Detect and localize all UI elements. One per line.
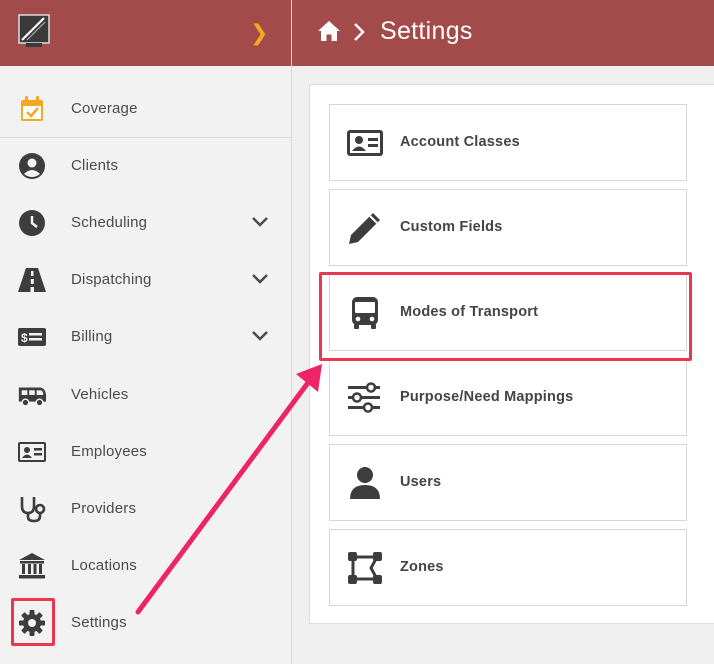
vector-square-icon	[348, 552, 382, 584]
sidebar-item-scheduling[interactable]: Scheduling	[0, 195, 292, 251]
svg-text:$: $	[21, 331, 28, 345]
settings-card-label: Custom Fields	[400, 219, 503, 235]
settings-card-purpose-need-mappings[interactable]: Purpose/Need Mappings	[329, 359, 687, 436]
settings-card-account-classes[interactable]: Account Classes	[329, 104, 687, 181]
id-card-icon	[18, 442, 46, 462]
building-columns-icon	[19, 553, 45, 579]
sidebar-item-providers[interactable]: Providers	[0, 481, 292, 537]
sidebar-item-label: Settings	[71, 614, 127, 631]
chevron-down-icon[interactable]	[251, 273, 269, 285]
annotation-highlight-modes-of-transport	[319, 272, 692, 361]
sidebar-item-label: Locations	[71, 557, 138, 574]
sidebar-item-vehicles[interactable]: Vehicles	[0, 367, 292, 423]
van-icon	[18, 387, 47, 407]
calendar-check-icon	[21, 96, 43, 121]
sidebar-item-dispatching[interactable]: Dispatching	[0, 252, 292, 308]
chevron-down-icon[interactable]	[251, 330, 269, 342]
sidebar-item-label: Clients	[71, 157, 119, 174]
sidebar-expand-chevron-icon[interactable]: ❯	[250, 21, 268, 46]
user-circle-icon	[19, 153, 45, 179]
page-title: Settings	[380, 17, 473, 45]
road-icon	[18, 268, 46, 292]
sidebar-item-label: Vehicles	[71, 386, 129, 403]
sidebar-item-locations[interactable]: Locations	[0, 538, 292, 594]
id-card-icon	[347, 130, 383, 156]
settings-card-label: Zones	[400, 559, 444, 575]
sidebar-item-clients[interactable]: Clients	[0, 138, 292, 194]
sidebar-item-employees[interactable]: Employees	[0, 424, 292, 480]
sidebar-header: ❯	[0, 0, 291, 66]
top-bar: Settings	[292, 0, 714, 66]
stethoscope-icon	[20, 497, 46, 523]
sidebar-item-label: Billing	[71, 328, 113, 345]
clock-icon	[19, 210, 45, 236]
annotation-highlight-settings	[11, 598, 55, 646]
settings-card-zones[interactable]: Zones	[329, 529, 687, 606]
sidebar-item-label: Scheduling	[71, 214, 148, 231]
money-bill-icon: $	[18, 328, 46, 346]
sidebar-item-label: Dispatching	[71, 271, 152, 288]
sidebar: ❯ Coverage Clients Scheduling Dispatchin…	[0, 0, 292, 664]
app-logo[interactable]	[18, 14, 50, 48]
sidebar-item-label: Coverage	[71, 100, 138, 117]
sidebar-item-label: Employees	[71, 443, 148, 460]
sliders-icon	[348, 382, 380, 413]
breadcrumb-chevron-right-icon	[354, 23, 365, 41]
home-icon[interactable]	[317, 20, 341, 42]
settings-card-custom-fields[interactable]: Custom Fields	[329, 189, 687, 266]
sidebar-item-label: Providers	[71, 500, 137, 517]
settings-card-label: Users	[400, 474, 442, 490]
settings-card-label: Account Classes	[400, 134, 520, 150]
pencil-icon	[349, 213, 380, 244]
sidebar-item-coverage[interactable]: Coverage	[0, 81, 292, 137]
settings-card-users[interactable]: Users	[329, 444, 687, 521]
user-icon	[350, 467, 380, 499]
settings-card-label: Purpose/Need Mappings	[400, 389, 574, 405]
chevron-down-icon[interactable]	[251, 216, 269, 228]
sidebar-item-billing[interactable]: $ Billing	[0, 309, 292, 365]
